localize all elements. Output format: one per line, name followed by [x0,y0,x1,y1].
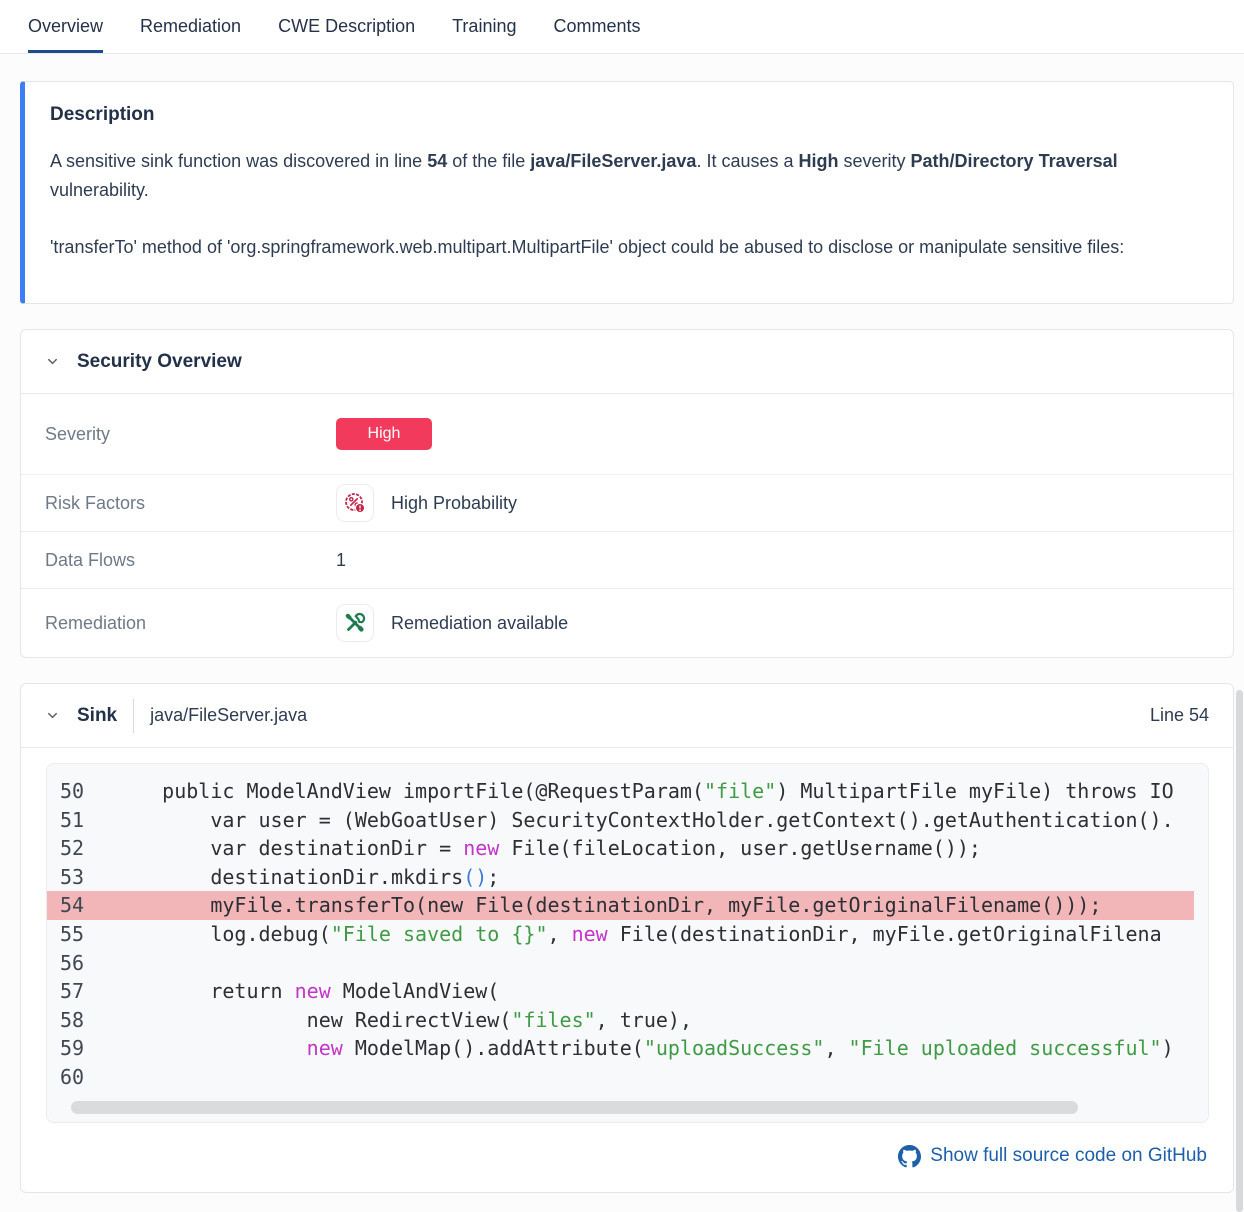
line-number: 55 [60,920,114,949]
description-paragraph-2: 'transferTo' method of 'org.springframew… [50,233,1203,262]
row-remediation: Remediation Remediation available [21,589,1233,657]
code-text: var destinationDir = new File(fileLocati… [114,836,981,860]
github-source-link[interactable]: Show full source code on GitHub [21,1145,1207,1192]
row-value: 1 [336,550,346,571]
sink-header: Sink java/FileServer.java Line 54 [21,684,1233,748]
tab-remediation[interactable]: Remediation [140,16,241,53]
security-overview-card: Security Overview SeverityHighRisk Facto… [20,329,1234,658]
code-line-57: 57 return new ModelAndView( [47,977,1208,1006]
line-number: 53 [60,863,114,892]
chevron-down-icon[interactable] [45,354,60,369]
row-value-text: Remediation available [391,613,568,634]
code-text: log.debug("File saved to {}", new File(d… [114,922,1162,946]
page-scrollbar-thumb[interactable] [1236,690,1243,1212]
row-label: Risk Factors [45,493,336,514]
code-line-58: 58 new RedirectView("files", true), [47,1006,1208,1035]
description-title: Description [50,104,1203,126]
code-text: return new ModelAndView( [114,979,499,1003]
row-data-flows: Data Flows1 [21,532,1233,589]
github-link-label: Show full source code on GitHub [930,1145,1207,1167]
sink-title: Sink [77,705,117,727]
tab-bar: Overview Remediation CWE Description Traini… [0,0,1244,54]
description-callout: Description A sensitive sink function wa… [20,81,1234,304]
code-text: var user = (WebGoatUser) SecurityContext… [114,808,1174,832]
line-number: 57 [60,977,114,1006]
high-probability-icon [336,484,374,522]
code-block: 50 public ModelAndView importFile(@Reque… [46,763,1209,1123]
security-overview-header: Security Overview [21,330,1233,394]
row-value-text: High Probability [391,493,517,514]
code-line-54-highlighted: 54 myFile.transferTo(new File(destinatio… [47,891,1208,920]
row-value-text: 1 [336,550,346,571]
row-risk-factors: Risk Factors High Probability [21,475,1233,532]
line-number: 60 [60,1063,114,1092]
security-overview-title: Security Overview [77,351,242,373]
row-value: High [336,418,432,450]
code-line-56: 56 [47,949,1208,978]
severity-badge: High [336,418,432,450]
line-number: 52 [60,834,114,863]
row-label: Remediation [45,613,336,634]
security-overview-rows: SeverityHigh Risk Factors High Probability… [21,394,1233,657]
tab-overview[interactable]: Overview [28,16,103,53]
row-severity: SeverityHigh [21,394,1233,475]
description-paragraph-1: A sensitive sink function was discovered… [50,147,1203,205]
code-line-50: 50 public ModelAndView importFile(@Reque… [47,777,1208,806]
line-number: 58 [60,1006,114,1035]
row-value: Remediation available [336,604,568,642]
code-line-60: 60 [47,1063,1208,1092]
tab-comments[interactable]: Comments [553,16,640,53]
horizontal-scrollbar [47,1101,1208,1114]
sink-card: Sink java/FileServer.java Line 54 50 pub… [20,683,1234,1193]
code-line-53: 53 destinationDir.mkdirs(); [47,863,1208,892]
row-label: Data Flows [45,550,336,571]
divider [133,699,134,733]
code-text: new RedirectView("files", true), [114,1008,692,1032]
row-label: Severity [45,424,336,445]
line-number: 51 [60,806,114,835]
code-lines: 50 public ModelAndView importFile(@Reque… [47,777,1208,1092]
line-number: 50 [60,777,114,806]
code-line-51: 51 var user = (WebGoatUser) SecurityCont… [47,806,1208,835]
code-line-59: 59 new ModelMap().addAttribute("uploadSu… [47,1034,1208,1063]
sink-file-name: java/FileServer.java [150,705,307,726]
row-value: High Probability [336,484,517,522]
code-line-52: 52 var destinationDir = new File(fileLoc… [47,834,1208,863]
horizontal-scrollbar-thumb[interactable] [71,1101,1078,1114]
line-number: 54 [60,891,114,920]
sink-line-number: Line 54 [1150,705,1209,726]
code-text: destinationDir.mkdirs(); [114,865,499,889]
github-icon [898,1145,921,1168]
remediation-tools-icon [336,604,374,642]
chevron-down-icon[interactable] [45,708,60,723]
code-text: myFile.transferTo(new File(destinationDi… [114,893,1101,917]
tab-training[interactable]: Training [452,16,516,53]
tab-cwe-description[interactable]: CWE Description [278,16,415,53]
line-number: 59 [60,1034,114,1063]
code-line-55: 55 log.debug("File saved to {}", new Fil… [47,920,1208,949]
line-number: 56 [60,949,114,978]
code-text: public ModelAndView importFile(@RequestP… [114,779,1174,803]
code-text: new ModelMap().addAttribute("uploadSucce… [114,1036,1174,1060]
